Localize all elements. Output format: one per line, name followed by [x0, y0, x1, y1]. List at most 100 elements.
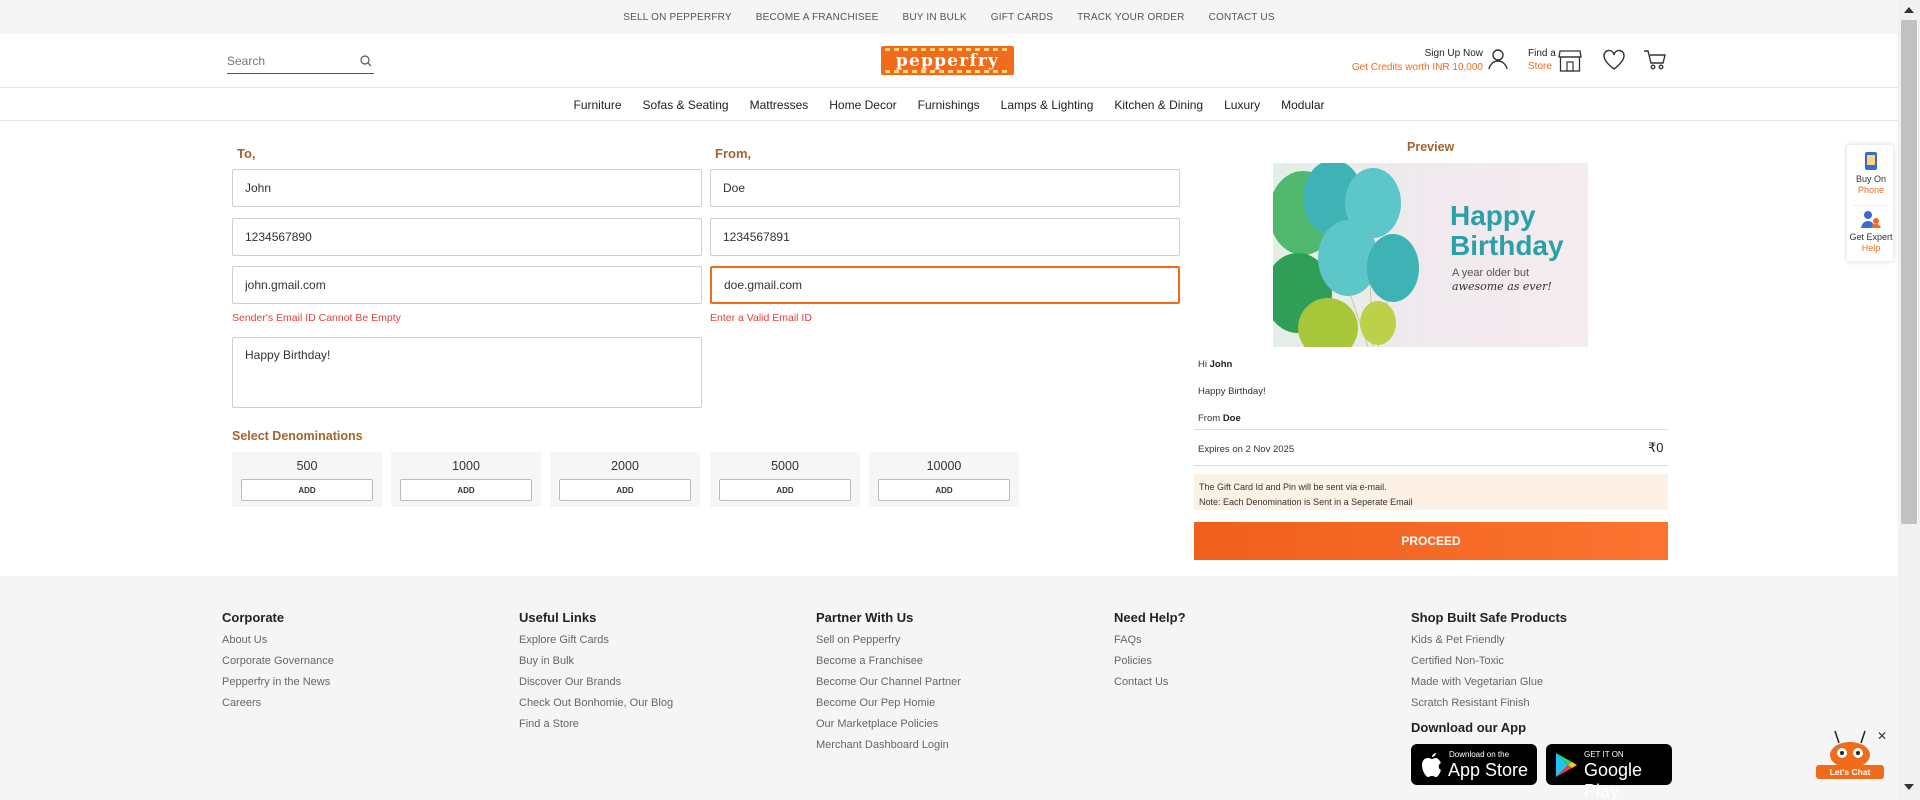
card-heading-line-2: Birthday	[1450, 230, 1564, 261]
category-sofas-seating[interactable]: Sofas & Seating	[643, 98, 729, 112]
footer-link[interactable]: Our Marketplace Policies	[816, 718, 961, 731]
recipient-phone-input[interactable]	[232, 218, 702, 256]
footer-link[interactable]: Become a Franchisee	[816, 655, 961, 668]
buy-on-phone-item[interactable]: Buy On Phone	[1847, 151, 1895, 196]
page: SELL ON PEPPERFRY BECOME A FRANCHISEE BU…	[0, 0, 1920, 800]
buy-on-label: Buy On	[1855, 174, 1886, 184]
footer-link[interactable]: Certified Non-Toxic	[1411, 655, 1567, 668]
add-denomination-1000-button[interactable]: ADD	[400, 479, 532, 501]
wishlist-heart-icon[interactable]	[1602, 49, 1626, 76]
top-link-sell[interactable]: SELL ON PEPPERFRY	[623, 12, 731, 23]
footer-column-useful-links: Useful Links Explore Gift Cards Buy in B…	[519, 610, 673, 739]
signup-label: Sign Up Now	[1424, 48, 1483, 59]
top-link-contact[interactable]: CONTACT US	[1209, 12, 1275, 23]
scrollbar-thumb[interactable]	[1901, 20, 1917, 524]
top-link-bulk[interactable]: BUY IN BULK	[902, 12, 966, 23]
help-label: Help	[1861, 243, 1881, 253]
footer-link[interactable]: Pepperfry in the News	[222, 676, 334, 689]
category-furnishings[interactable]: Furnishings	[918, 98, 980, 112]
footer-link[interactable]: Corporate Governance	[222, 655, 334, 668]
category-lamps-lighting[interactable]: Lamps & Lighting	[1001, 98, 1094, 112]
footer-link[interactable]: Made with Vegetarian Glue	[1411, 676, 1567, 689]
top-link-giftcards[interactable]: GIFT CARDS	[991, 12, 1053, 23]
get-expert-help-item[interactable]: Get Expert Help	[1847, 209, 1895, 254]
footer-link[interactable]: Contact Us	[1114, 676, 1186, 689]
sender-name-input[interactable]	[710, 169, 1180, 207]
top-link-track-order[interactable]: TRACK YOUR ORDER	[1077, 12, 1184, 23]
logo-text: pepperfry	[895, 50, 1000, 71]
message-textarea[interactable]: Happy Birthday!	[232, 337, 702, 408]
recipient-email-error: Sender's Email ID Cannot Be Empty	[232, 312, 401, 324]
footer-link[interactable]: Become Our Channel Partner	[816, 676, 961, 689]
find-store-block[interactable]: Find a Store	[1528, 47, 1556, 73]
proceed-button[interactable]: PROCEED	[1194, 522, 1668, 560]
preview-expiry: Expires on 2 Nov 2025	[1198, 444, 1295, 455]
category-home-decor[interactable]: Home Decor	[829, 98, 896, 112]
category-mattresses[interactable]: Mattresses	[750, 98, 809, 112]
preview-hi-prefix: Hi	[1198, 359, 1207, 370]
footer-link[interactable]: Policies	[1114, 655, 1186, 668]
scroll-up-arrow-icon[interactable]	[1904, 7, 1914, 13]
footer-link[interactable]: Careers	[222, 697, 334, 710]
footer-link[interactable]: Merchant Dashboard Login	[816, 739, 961, 752]
header: pepperfry Sign Up Now Get Credits worth …	[0, 34, 1898, 88]
category-kitchen-dining[interactable]: Kitchen & Dining	[1114, 98, 1203, 112]
footer-link[interactable]: Find a Store	[519, 718, 673, 731]
page-scrollbar[interactable]	[1898, 0, 1920, 800]
denomination-value: 2000	[611, 459, 639, 473]
search-input[interactable]	[227, 50, 347, 72]
app-store-small-label: Download on the	[1449, 750, 1510, 759]
lets-chat-label[interactable]: Let's Chat	[1816, 765, 1884, 779]
recipient-name-input[interactable]	[232, 169, 702, 207]
category-luxury[interactable]: Luxury	[1224, 98, 1260, 112]
denomination-value: 500	[296, 459, 318, 473]
footer-link[interactable]: Discover Our Brands	[519, 676, 673, 689]
chat-widget[interactable]: Let's Chat ✕	[1813, 729, 1887, 779]
preview-from-prefix: From	[1198, 413, 1221, 424]
google-play-icon	[1556, 753, 1577, 777]
signup-block[interactable]: Sign Up Now Get Credits worth INR 10,000	[1340, 48, 1483, 73]
footer-link[interactable]: Kids & Pet Friendly	[1411, 634, 1567, 647]
app-store-big-label: App Store	[1448, 760, 1529, 780]
denominations-title: Select Denominations	[232, 429, 363, 443]
category-furniture[interactable]: Furniture	[573, 98, 621, 112]
top-utility-bar: SELL ON PEPPERFRY BECOME A FRANCHISEE BU…	[0, 0, 1898, 34]
footer-column-title: Shop Built Safe Products	[1411, 610, 1568, 625]
footer-column-title: Useful Links	[519, 610, 597, 625]
find-label: Find a	[1528, 48, 1556, 59]
category-modular[interactable]: Modular	[1281, 98, 1324, 112]
sender-phone-input[interactable]	[710, 218, 1180, 256]
footer-link[interactable]: FAQs	[1114, 634, 1186, 647]
footer-link[interactable]: Explore Gift Cards	[519, 634, 673, 647]
app-store-button[interactable]: Download on the App Store	[1411, 744, 1537, 785]
footer-link[interactable]: Check Out Bonhomie, Our Blog	[519, 697, 673, 710]
footer-link[interactable]: About Us	[222, 634, 334, 647]
add-denomination-2000-button[interactable]: ADD	[559, 479, 691, 501]
google-play-button[interactable]: GET IT ON Google Play	[1546, 744, 1672, 800]
add-denomination-5000-button[interactable]: ADD	[719, 479, 851, 501]
sender-email-input[interactable]	[710, 266, 1180, 304]
top-link-franchisee[interactable]: BECOME A FRANCHISEE	[756, 12, 879, 23]
cart-icon[interactable]	[1643, 49, 1667, 76]
preview-divider	[1194, 429, 1668, 430]
user-icon[interactable]	[1487, 48, 1509, 75]
footer-link[interactable]: Scratch Resistant Finish	[1411, 697, 1567, 710]
footer-column-partner: Partner With Us Sell on Pepperfry Become…	[816, 610, 961, 760]
footer-link[interactable]: Sell on Pepperfry	[816, 634, 961, 647]
pepperfry-logo[interactable]: pepperfry	[881, 46, 1014, 75]
add-denomination-500-button[interactable]: ADD	[241, 479, 373, 501]
footer-link[interactable]: Buy in Bulk	[519, 655, 673, 668]
add-denomination-10000-button[interactable]: ADD	[878, 479, 1010, 501]
gift-card-image: Happy Birthday A year older but awesome …	[1273, 163, 1588, 347]
footer-link[interactable]: Become Our Pep Homie	[816, 697, 961, 710]
footer-column-title: Need Help?	[1114, 610, 1186, 625]
chat-close-icon[interactable]: ✕	[1877, 729, 1887, 743]
get-expert-label: Get Expert	[1849, 232, 1893, 242]
search-icon[interactable]	[360, 54, 372, 72]
store-icon[interactable]	[1557, 49, 1583, 78]
footer-column-corporate: Corporate About Us Corporate Governance …	[222, 610, 334, 718]
scroll-down-arrow-icon[interactable]	[1904, 784, 1914, 790]
preview-amount: ₹0	[1648, 440, 1664, 455]
recipient-email-input[interactable]	[232, 266, 702, 304]
denomination-card: 2000 ADD	[550, 452, 700, 507]
